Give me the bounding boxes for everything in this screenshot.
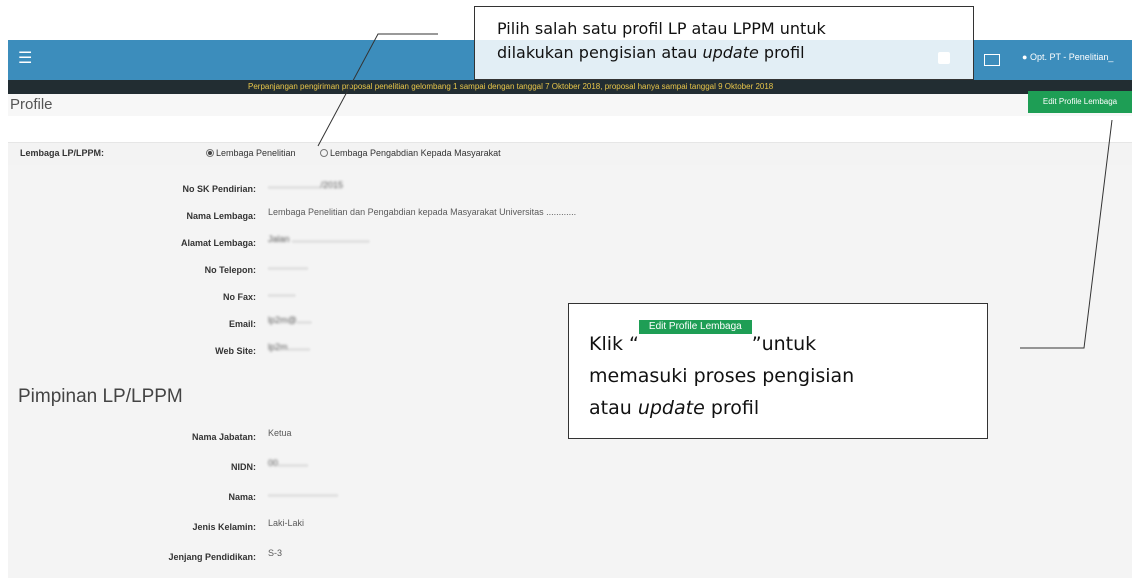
callout2-line3: atau update profil: [589, 397, 760, 419]
annotation-leader-lines: [317, 33, 1113, 349]
callout2-line2: memasuki proses pengisian: [589, 365, 855, 387]
callout-click-edit: Klik “Edit Profile Lembaga”untuk memasuk…: [568, 303, 988, 439]
leader-line-edit-button: [1020, 119, 1113, 349]
leader-line-radio: [317, 33, 438, 147]
callout-choose-profile: Pilih salah satu profil LP atau LPPM unt…: [474, 6, 974, 80]
callout2-line1: Klik “Edit Profile Lembaga”untuk: [589, 320, 817, 355]
callout1-line1: Pilih salah satu profil LP atau LPPM unt…: [497, 19, 826, 38]
edit-profile-button-illustration: Edit Profile Lembaga: [638, 320, 752, 334]
callout1-line2: dilakukan pengisian atau update profil: [497, 43, 805, 62]
